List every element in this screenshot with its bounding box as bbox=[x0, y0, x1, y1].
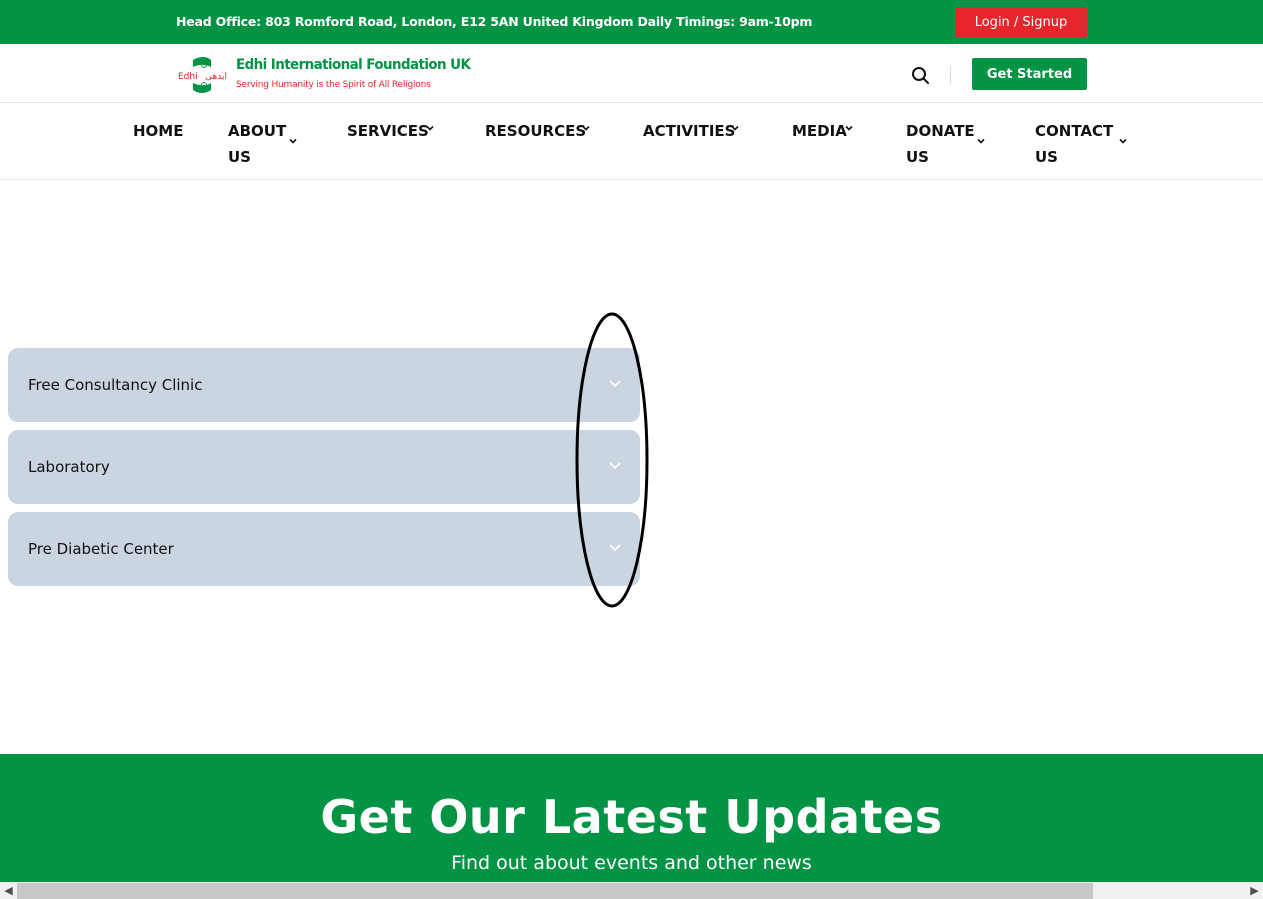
newsletter-section: Get Our Latest Updates Find out about ev… bbox=[0, 754, 1263, 899]
accordion-label: Free Consultancy Clinic bbox=[28, 376, 203, 394]
nav-item-about-us[interactable]: ABOUT US bbox=[228, 118, 297, 170]
nav-label: CONTACT bbox=[1035, 122, 1114, 140]
chevron-down-icon bbox=[581, 123, 591, 133]
top-bar: Head Office: 803 Romford Road, London, E… bbox=[0, 0, 1263, 44]
nav-item-resources[interactable]: RESOURCES bbox=[485, 118, 590, 144]
nav-label-line2: US bbox=[228, 148, 251, 166]
scroll-right-icon[interactable]: ▶ bbox=[1246, 882, 1263, 899]
nav-item-media[interactable]: MEDIA bbox=[792, 118, 853, 144]
scrollbar-thumb[interactable] bbox=[17, 883, 1093, 899]
site-logo[interactable]: Edhi ایدھی Edhi International Foundation… bbox=[177, 54, 471, 96]
site-header: Edhi ایدھی Edhi International Foundation… bbox=[0, 44, 1263, 103]
chevron-down-icon bbox=[976, 136, 986, 146]
nav-label-line2: US bbox=[906, 148, 929, 166]
accordion-item-free-consultancy-clinic[interactable]: Free Consultancy Clinic bbox=[8, 348, 640, 422]
horizontal-scrollbar[interactable]: ◀ ▶ bbox=[0, 882, 1263, 899]
nav-label-line2: US bbox=[1035, 148, 1058, 166]
header-divider bbox=[950, 66, 951, 84]
accordion-label: Laboratory bbox=[28, 458, 110, 476]
nav-label: SERVICES bbox=[347, 122, 429, 140]
nav-label: HOME bbox=[133, 122, 184, 140]
login-signup-button[interactable]: Login / Signup bbox=[955, 7, 1087, 37]
head-office-info: Head Office: 803 Romford Road, London, E… bbox=[176, 14, 813, 29]
nav-item-contact-us[interactable]: CONTACT US bbox=[1035, 118, 1127, 170]
edhi-logo-mark: Edhi ایدھی bbox=[178, 57, 227, 93]
nav-label: ABOUT bbox=[228, 122, 287, 140]
get-started-button[interactable]: Get Started bbox=[972, 58, 1087, 90]
accordion-item-laboratory[interactable]: Laboratory bbox=[8, 430, 640, 504]
chevron-down-icon bbox=[844, 123, 854, 133]
scroll-left-icon[interactable]: ◀ bbox=[0, 882, 17, 899]
nav-label: ACTIVITIES bbox=[643, 122, 736, 140]
nav-label: MEDIA bbox=[792, 122, 847, 140]
svg-text:ایدھی: ایدھی bbox=[205, 72, 227, 82]
nav-item-services[interactable]: SERVICES bbox=[347, 118, 434, 144]
logo-name: Edhi International Foundation UK bbox=[236, 57, 471, 73]
newsletter-subtitle: Find out about events and other news bbox=[451, 852, 812, 874]
chevron-down-icon bbox=[425, 123, 435, 133]
nav-label: DONATE bbox=[906, 122, 975, 140]
nav-item-home[interactable]: HOME bbox=[133, 118, 183, 144]
nav-item-activities[interactable]: ACTIVITIES bbox=[643, 118, 739, 144]
chevron-down-icon bbox=[1118, 136, 1128, 146]
search-icon[interactable] bbox=[909, 64, 931, 86]
chevron-down-icon bbox=[288, 136, 298, 146]
accordion-item-pre-diabetic-center[interactable]: Pre Diabetic Center bbox=[8, 512, 640, 586]
nav-item-donate-us[interactable]: DONATE US bbox=[906, 118, 985, 170]
newsletter-title: Get Our Latest Updates bbox=[320, 790, 943, 844]
logo-tagline: Serving Humanity is the Spirit of All Re… bbox=[236, 80, 431, 90]
chevron-down-icon bbox=[730, 123, 740, 133]
nav-label: RESOURCES bbox=[485, 122, 587, 140]
highlight-ellipse bbox=[575, 312, 649, 608]
main-nav: HOME ABOUT US SERVICES RESOURCES ACTIVIT… bbox=[0, 103, 1263, 180]
accordion-label: Pre Diabetic Center bbox=[28, 540, 174, 558]
svg-text:Edhi: Edhi bbox=[178, 72, 198, 82]
